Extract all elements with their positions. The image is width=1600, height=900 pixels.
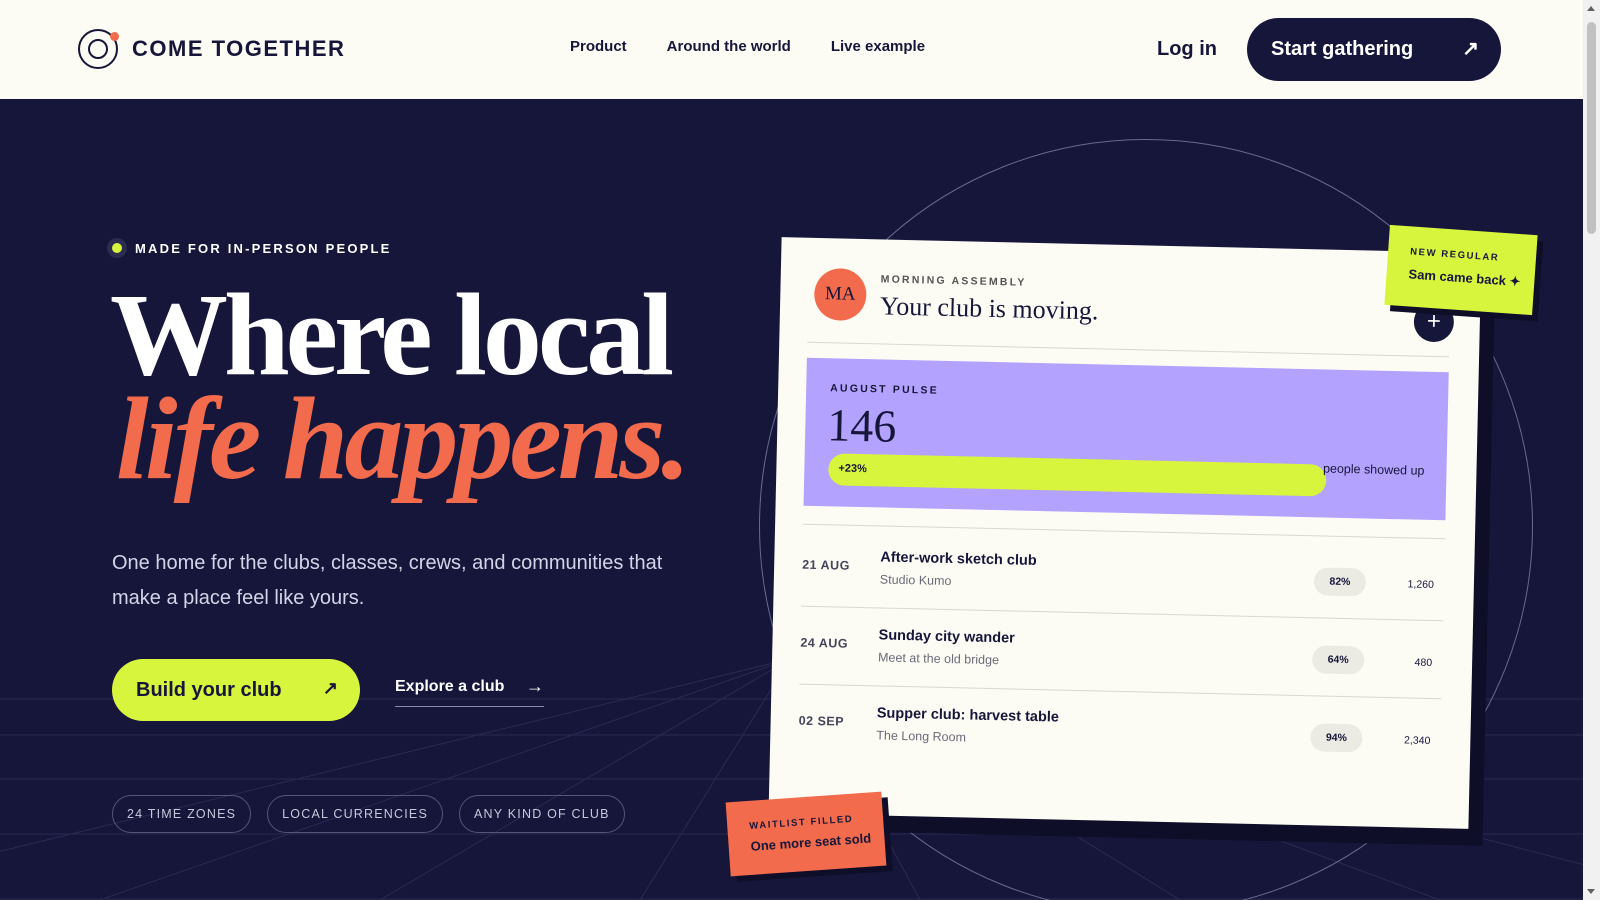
sticker-message: One more seat sold — [750, 830, 872, 854]
event-attendance-badge: 64% — [1311, 645, 1365, 675]
event-name: After-work sketch club — [880, 549, 1037, 570]
event-count: 480 — [1414, 656, 1433, 669]
event-name: Supper club: harvest table — [876, 705, 1060, 726]
pulse-eyebrow: AUGUST PULSE — [830, 382, 939, 397]
event-date: 02 SEP — [798, 713, 845, 729]
card-title: Your club is moving. — [879, 291, 1099, 326]
scrollbar-thumb[interactable] — [1587, 22, 1596, 234]
chip-time-zones: 24 TIME ZONES — [112, 795, 252, 833]
bullet-dot-icon — [107, 238, 127, 258]
pulse-progress-fill — [828, 453, 1327, 497]
club-name: MORNING ASSEMBLY — [880, 273, 1027, 289]
waitlist-filled-sticker: WAITLIST FILLED One more seat sold — [725, 791, 887, 877]
hero-title: Where local life happens. — [110, 276, 691, 504]
arrow-right-icon: → — [526, 676, 544, 696]
arrow-up-right-icon: ↗ — [322, 678, 338, 698]
build-your-club-label: Build your club — [136, 678, 282, 701]
sticker-eyebrow: NEW REGULAR — [1409, 246, 1500, 264]
feature-chips: 24 TIME ZONES LOCAL CURRENCIES ANY KIND … — [112, 795, 625, 833]
nav-item-live-example[interactable]: Live example — [831, 38, 925, 55]
hero-lede: One home for the clubs, classes, crews, … — [112, 552, 663, 609]
event-place: Meet at the old bridge — [877, 650, 1000, 668]
nav-item-around-the-world[interactable]: Around the world — [667, 38, 791, 55]
nav-item-product[interactable]: Product — [570, 38, 627, 55]
divider — [807, 341, 1450, 358]
sticker-message: Sam came back ✦ — [1408, 266, 1521, 290]
event-row[interactable]: 02 SEP Supper club: harvest table The Lo… — [798, 684, 1442, 777]
main-nav: Product Around the world Live example — [570, 38, 925, 55]
event-date: 24 AUG — [800, 635, 849, 651]
hero-title-line-2: life happens. — [116, 373, 691, 504]
event-place: Studio Kumo — [879, 572, 952, 589]
pulse-label: people showed up — [1322, 461, 1425, 478]
event-count: 1,260 — [1407, 578, 1435, 592]
explore-a-club-link[interactable]: Explore a club → — [395, 676, 544, 707]
chip-any-kind-of-club: ANY KIND OF CLUB — [459, 795, 625, 833]
brand-name: COME TOGETHER — [132, 36, 346, 61]
pulse-value: 146 — [826, 399, 897, 452]
hero-eyebrow: MADE FOR IN-PERSON PEOPLE — [107, 238, 392, 258]
event-attendance-badge: 94% — [1310, 723, 1363, 753]
event-date: 21 AUG — [802, 557, 851, 573]
august-pulse-panel: AUGUST PULSE 146 +23% people showed up — [803, 357, 1449, 521]
event-name: Sunday city wander — [878, 627, 1015, 647]
event-count: 2,340 — [1403, 734, 1431, 747]
club-dashboard-card: MA MORNING ASSEMBLY Your club is moving.… — [768, 237, 1482, 829]
event-attendance-badge: 82% — [1313, 567, 1367, 597]
explore-a-club-label: Explore a club — [395, 678, 505, 695]
hero-eyebrow-text: MADE FOR IN-PERSON PEOPLE — [135, 240, 392, 256]
event-row[interactable]: 24 AUG Sunday city wander Meet at the ol… — [799, 606, 1443, 699]
scroll-up-icon[interactable] — [1587, 6, 1595, 11]
logo-icon — [78, 29, 119, 69]
site-header: COME TOGETHER Product Around the world L… — [0, 0, 1583, 99]
start-gathering-button[interactable]: Start gathering ↗ — [1247, 18, 1501, 81]
arrow-up-right-icon: ↗ — [1462, 38, 1479, 60]
event-place: The Long Room — [876, 728, 967, 745]
start-gathering-label: Start gathering — [1271, 38, 1414, 60]
pulse-change-badge: +23% — [838, 462, 867, 476]
sticker-eyebrow: WAITLIST FILLED — [748, 813, 854, 832]
new-regular-sticker: NEW REGULAR Sam came back ✦ — [1384, 224, 1538, 316]
event-row[interactable]: 21 AUG After-work sketch club Studio Kum… — [801, 528, 1445, 621]
avatar: MA — [813, 267, 867, 322]
plus-icon: + — [1426, 307, 1442, 336]
page-scrollbar[interactable] — [1583, 0, 1600, 900]
pulse-progress-bar: +23% — [828, 453, 1327, 497]
build-your-club-button[interactable]: Build your club ↗ — [112, 659, 360, 721]
chip-local-currencies: LOCAL CURRENCIES — [267, 795, 444, 833]
scroll-down-icon[interactable] — [1587, 889, 1595, 894]
login-link[interactable]: Log in — [1157, 38, 1217, 61]
brand-logo[interactable]: COME TOGETHER — [78, 29, 345, 69]
